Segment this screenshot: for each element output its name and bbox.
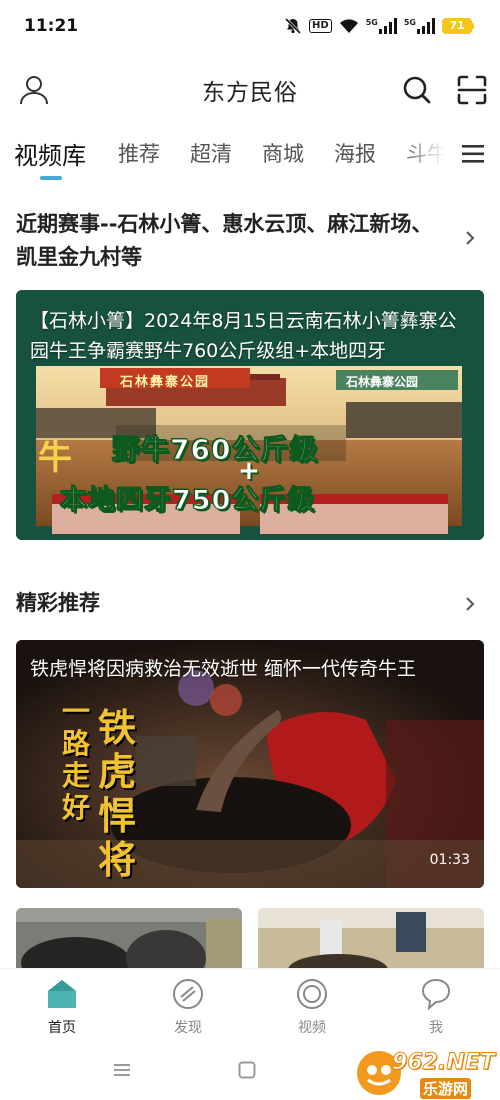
status-time: 11:21 [24,16,79,36]
poster-headline-1: 野牛760公斤级 [111,433,319,467]
tab-active-indicator [40,176,62,180]
tab-poster[interactable]: 海报 [334,138,376,168]
nav-home[interactable]: 首页 [22,977,102,1037]
battery-icon: 71 [442,18,474,34]
bottom-nav: 首页 发现 视频 我 [0,968,500,1042]
calligraphy-right: 铁虎悍将 [98,705,137,882]
wifi-icon [339,18,359,34]
watermark: 962.NET 乐游网 [352,1046,498,1099]
status-icons: HD 5G 5G 71 [284,17,474,35]
nav-video[interactable]: 视频 [272,977,352,1037]
featured-video-card[interactable]: 一路走好 铁虎悍将 铁虎悍将因病救治无效逝世 缅怀一代传奇牛王 01:33 [16,640,484,888]
app-title: 东方民俗 [202,80,298,106]
signal-5g-icon: 5G [366,18,397,34]
poster-right-sign: 石林彝寨公园 [346,375,419,389]
tab-menu-icon[interactable] [456,140,490,168]
poster-left-sign: 石林彝寨公园 [120,375,211,390]
home-icon [48,980,76,1008]
section-featured-title[interactable]: 精彩推荐 [16,587,100,620]
poster-left-char: 牛 [38,438,72,478]
search-icon[interactable] [399,72,435,108]
poster-headline-2: 本地四牙750公斤级 [59,485,316,517]
watermark-brand: 962.NET [392,1050,496,1076]
hd-badge: HD [309,19,332,33]
discover-icon [173,979,203,1009]
system-nav-bar: 962.NET 乐游网 [0,1042,500,1100]
battery-level: 71 [442,18,472,34]
section-recent-events-title[interactable]: 近期赛事--石林小箐、惠水云顶、麻江新场、凯里金九村等 [16,208,436,274]
category-tabs: 视频库 推荐 超清 商城 海报 斗牛 [0,128,500,184]
tab-hd[interactable]: 超清 [190,138,232,168]
user-icon[interactable] [16,72,52,108]
tab-mall[interactable]: 商城 [262,138,304,168]
recent-apps-icon[interactable] [112,1062,132,1078]
signal-5g-icon-2: 5G [404,18,435,34]
event-video-card[interactable]: 石林彝寨公园 石林彝寨公园 牛 野牛760公斤级 + 本地四牙750公斤级 【石… [16,290,484,540]
featured-card-title: 铁虎悍将因病救治无效逝世 缅怀一代传奇牛王 [30,658,417,680]
event-card-title: 【石林小箐】2024年8月15日云南石林小箐彝寨公园牛王争霸赛野牛760公斤级组… [30,310,457,362]
video-duration: 01:33 [429,852,470,868]
mute-bell-icon [284,17,302,35]
nav-discover[interactable]: 发现 [148,977,228,1037]
nav-home-label: 首页 [48,1020,76,1036]
watermark-sub: 乐游网 [420,1078,472,1099]
nav-me[interactable]: 我 [396,977,476,1037]
tab-recommend[interactable]: 推荐 [118,138,160,168]
chat-icon [421,978,451,1011]
tab-video-library[interactable]: 视频库 [14,136,86,171]
home-square-icon[interactable] [237,1060,257,1080]
video-icon [297,979,327,1009]
app-header: 东方民俗 [0,62,500,118]
chevron-right-icon[interactable] [460,228,480,248]
calligraphy-left: 一路走好 [62,695,91,824]
nav-discover-label: 发现 [174,1020,202,1036]
scan-icon[interactable] [454,72,490,108]
nav-me-label: 我 [429,1020,443,1036]
chevron-right-icon[interactable] [460,594,480,614]
tab-fade [398,128,450,178]
status-bar: 11:21 HD 5G 5G 71 [0,0,500,52]
nav-video-label: 视频 [298,1020,326,1036]
